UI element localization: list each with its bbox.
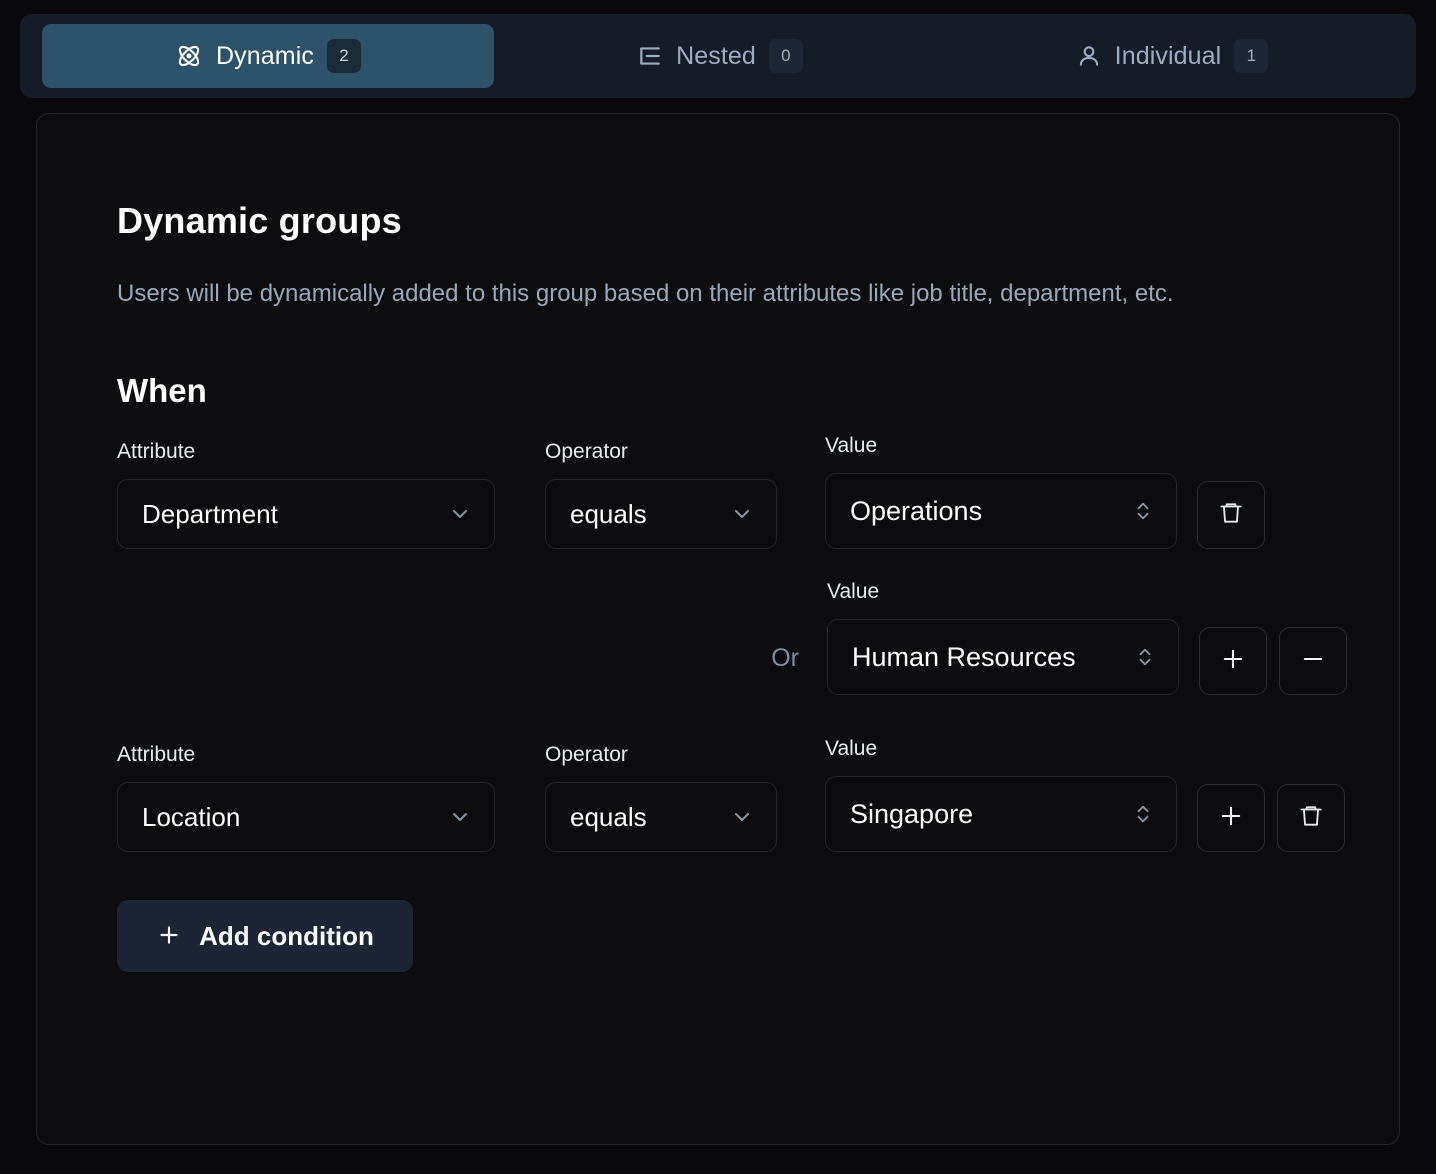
chevron-down-icon xyxy=(730,502,754,526)
tab-individual-label: Individual xyxy=(1115,42,1222,71)
operator-select-1[interactable]: equals xyxy=(545,479,777,549)
add-condition-button[interactable]: Add condition xyxy=(117,900,413,972)
tab-nested[interactable]: Nested 0 xyxy=(494,24,946,88)
value-field: Value Singapore xyxy=(825,737,1177,852)
minus-icon xyxy=(1299,645,1327,678)
plus-icon xyxy=(156,922,182,951)
tab-individual[interactable]: Individual 1 xyxy=(946,24,1398,88)
or-value-field: Value Human Resources xyxy=(827,580,1179,695)
value-select-1-value: Operations xyxy=(850,496,982,527)
tab-nested-label: Nested xyxy=(676,42,756,71)
operator-select-2-value: equals xyxy=(570,802,647,833)
remove-or-value-button[interactable] xyxy=(1279,627,1347,695)
attribute-field: Attribute Location xyxy=(117,743,545,852)
group-type-tabbar: Dynamic 2 Nested 0 Individual 1 xyxy=(20,14,1416,98)
or-value-label: Value xyxy=(827,580,1179,605)
operator-field: Operator equals xyxy=(545,440,825,549)
tab-individual-count: 1 xyxy=(1234,39,1268,73)
value-label: Value xyxy=(825,737,1177,762)
plus-icon xyxy=(1217,802,1245,835)
attribute-label: Attribute xyxy=(117,743,545,768)
chevron-up-down-icon xyxy=(1132,801,1154,827)
attribute-select-2[interactable]: Location xyxy=(117,782,495,852)
tab-dynamic-count: 2 xyxy=(327,39,361,73)
condition-row: Attribute Location Operator equals xyxy=(117,737,1399,852)
add-condition-label: Add condition xyxy=(199,921,374,952)
operator-select-1-value: equals xyxy=(570,499,647,530)
add-or-value-button[interactable] xyxy=(1199,627,1267,695)
chevron-down-icon xyxy=(448,502,472,526)
delete-condition-button-1[interactable] xyxy=(1197,481,1265,549)
attribute-field: Attribute Department xyxy=(117,440,545,549)
tab-dynamic-label: Dynamic xyxy=(216,42,314,71)
operator-label: Operator xyxy=(545,743,825,768)
attribute-label: Attribute xyxy=(117,440,545,465)
or-value-row: Or Value Human Resources xyxy=(117,580,1399,695)
trash-icon xyxy=(1298,803,1324,834)
attribute-select-1[interactable]: Department xyxy=(117,479,495,549)
value-select-1-or-value: Human Resources xyxy=(852,642,1076,673)
tab-dynamic[interactable]: Dynamic 2 xyxy=(42,24,494,88)
when-heading: When xyxy=(117,372,1399,410)
chevron-down-icon xyxy=(448,805,472,829)
value-field: Value Operations xyxy=(825,434,1177,549)
value-select-2[interactable]: Singapore xyxy=(825,776,1177,852)
chevron-down-icon xyxy=(730,805,754,829)
add-value-button-2[interactable] xyxy=(1197,784,1265,852)
value-label: Value xyxy=(825,434,1177,459)
or-label: Or xyxy=(771,644,827,695)
page-title: Dynamic groups xyxy=(117,200,1399,242)
attribute-select-2-value: Location xyxy=(142,802,240,833)
chevron-up-down-icon xyxy=(1134,644,1156,670)
dynamic-groups-card: Dynamic groups Users will be dynamically… xyxy=(36,113,1400,1145)
tree-list-icon xyxy=(637,43,663,69)
attribute-select-1-value: Department xyxy=(142,499,278,530)
person-icon xyxy=(1076,43,1102,69)
operator-select-2[interactable]: equals xyxy=(545,782,777,852)
value-select-1-or[interactable]: Human Resources xyxy=(827,619,1179,695)
condition-list: Attribute Department Operator equals xyxy=(117,434,1399,972)
plus-icon xyxy=(1219,645,1247,678)
or-group: Or xyxy=(771,605,827,695)
page-description: Users will be dynamically added to this … xyxy=(117,274,1227,314)
operator-field: Operator equals xyxy=(545,743,825,852)
value-select-2-value: Singapore xyxy=(850,799,973,830)
value-select-1[interactable]: Operations xyxy=(825,473,1177,549)
condition-row: Attribute Department Operator equals xyxy=(117,434,1399,549)
delete-condition-button-2[interactable] xyxy=(1277,784,1345,852)
trash-icon xyxy=(1218,500,1244,531)
chevron-up-down-icon xyxy=(1132,498,1154,524)
atom-icon xyxy=(175,42,203,70)
tab-nested-count: 0 xyxy=(769,39,803,73)
operator-label: Operator xyxy=(545,440,825,465)
